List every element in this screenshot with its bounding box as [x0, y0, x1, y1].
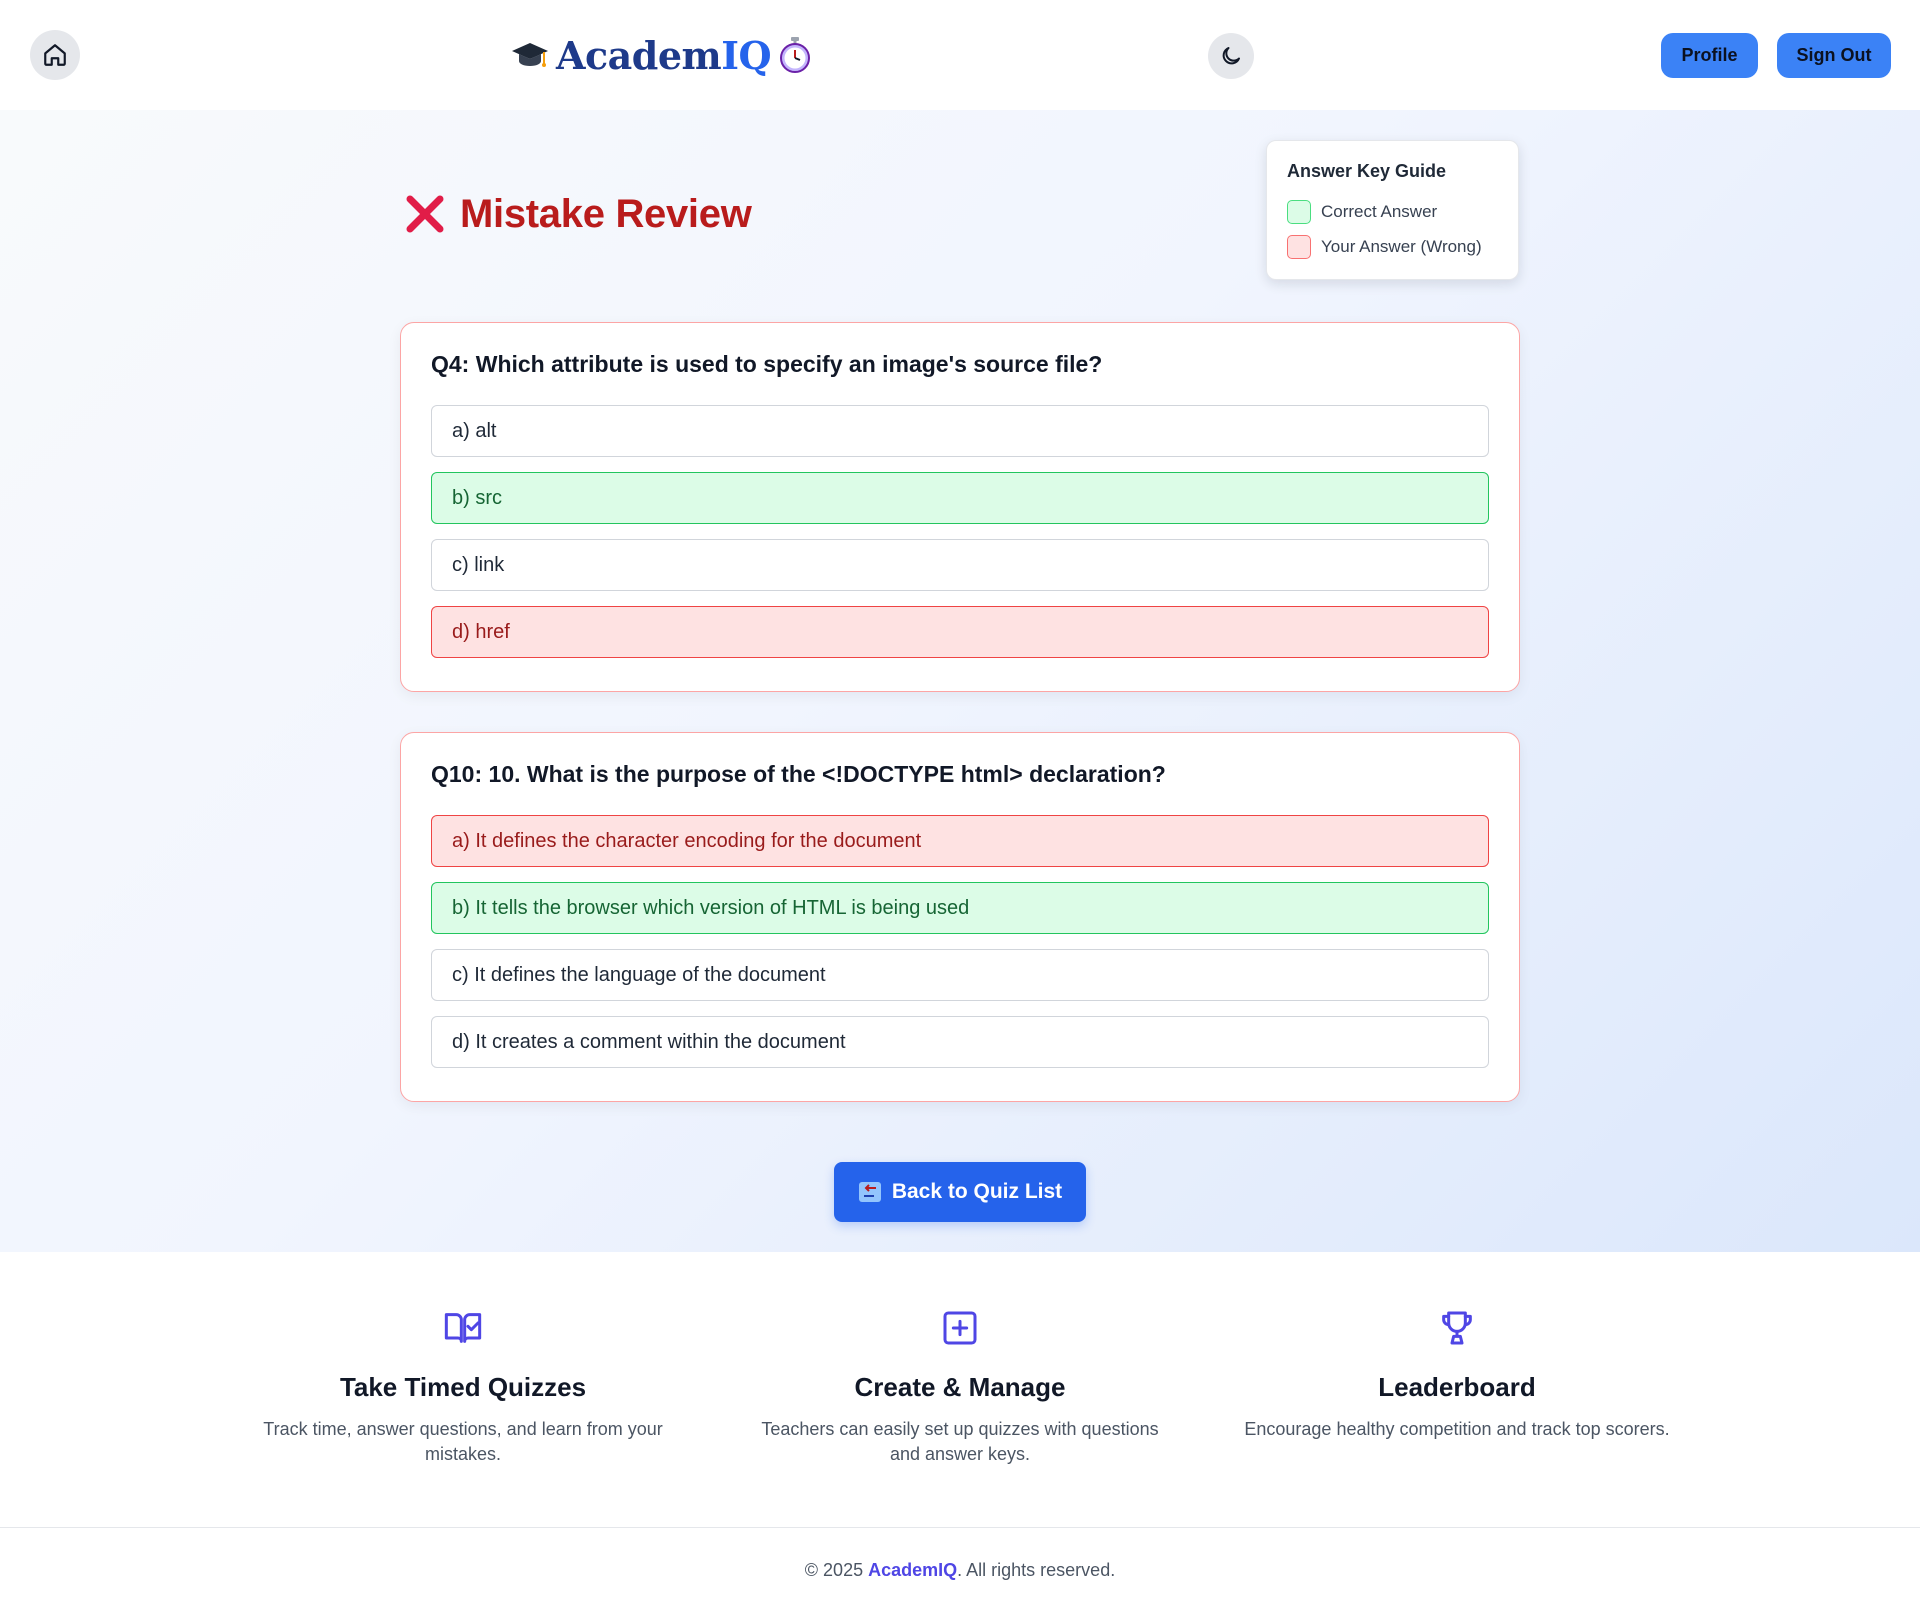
home-button[interactable]	[30, 30, 80, 80]
question-card: Q4: Which attribute is used to specify a…	[400, 322, 1520, 692]
question-text: Q10: 10. What is the purpose of the <!DO…	[431, 761, 1166, 787]
question-card: Q10: 10. What is the purpose of the <!DO…	[400, 732, 1520, 1102]
feature-card: Leaderboard Encourage healthy competitio…	[1242, 1308, 1672, 1442]
brand-logo[interactable]: AcademIQ	[510, 30, 813, 80]
answer-option: d) href	[431, 606, 1489, 658]
profile-button[interactable]: Profile	[1661, 33, 1758, 78]
legend-row-correct: Correct Answer	[1287, 194, 1498, 229]
back-arrow-icon	[858, 1182, 881, 1202]
graduation-cap-icon	[510, 37, 550, 73]
feature-description: Encourage healthy competition and track …	[1244, 1419, 1670, 1439]
trophy-icon	[1442, 1311, 1472, 1345]
correct-swatch	[1287, 199, 1311, 224]
feature-description: Teachers can easily set up quizzes with …	[761, 1419, 1159, 1464]
feature-card: Take Timed Quizzes Track time, answer qu…	[248, 1308, 678, 1467]
feature-title: Take Timed Quizzes	[339, 1372, 587, 1402]
main-content: Mistake Review Answer Key Guide Correct …	[0, 110, 1920, 1252]
sign-out-button[interactable]: Sign Out	[1777, 33, 1891, 78]
back-button-label: Back to Quiz List	[891, 1180, 1063, 1203]
back-to-quiz-list-button[interactable]: Back to Quiz List	[834, 1162, 1086, 1222]
brand-name-suffix: IQ	[721, 32, 772, 78]
footer-rights-text: . All rights reserved.	[957, 1559, 1116, 1580]
brand-name: AcademIQ	[556, 32, 772, 78]
feature-card: Create & Manage Teachers can easily set …	[745, 1308, 1175, 1467]
legend-wrong-label: Your Answer (Wrong)	[1321, 236, 1482, 256]
top-navbar: AcademIQ Profile Sign Out	[0, 0, 1920, 110]
page-title-text: Mistake Review	[460, 191, 752, 236]
footer-copyright-prefix: © 2025	[804, 1559, 869, 1580]
legend-correct-label: Correct Answer	[1321, 201, 1438, 221]
footer-brand-link[interactable]: AcademIQ	[868, 1560, 957, 1581]
book-check-icon	[444, 1313, 482, 1343]
answer-key-legend: Answer Key Guide Correct Answer Your Ans…	[1266, 140, 1519, 280]
feature-description: Track time, answer questions, and learn …	[263, 1419, 663, 1464]
cross-mark-icon	[406, 195, 444, 233]
answer-option: d) It creates a comment within the docum…	[431, 1016, 1489, 1068]
home-icon	[44, 44, 66, 66]
question-text: Q4: Which attribute is used to specify a…	[431, 351, 1103, 377]
legend-row-wrong: Your Answer (Wrong)	[1287, 229, 1498, 264]
legend-title: Answer Key Guide	[1287, 161, 1447, 181]
stopwatch-icon	[777, 36, 813, 74]
footer: © 2025 AcademIQ. All rights reserved.	[0, 1527, 1920, 1612]
feature-title: Create & Manage	[854, 1372, 1066, 1402]
theme-toggle-button[interactable]	[1208, 33, 1254, 79]
features-section: Take Timed Quizzes Track time, answer qu…	[0, 1252, 1920, 1527]
page-title: Mistake Review	[404, 186, 752, 242]
feature-title: Leaderboard	[1378, 1372, 1536, 1402]
answer-option: a) It defines the character encoding for…	[431, 815, 1489, 867]
answer-option: b) It tells the browser which version of…	[431, 882, 1489, 934]
answer-option: c) It defines the language of the docume…	[431, 949, 1489, 1001]
wrong-swatch	[1287, 234, 1311, 259]
answer-option: c) link	[431, 539, 1489, 591]
answer-option: b) src	[431, 472, 1489, 524]
square-plus-icon	[943, 1311, 977, 1345]
brand-name-prefix: Academ	[556, 32, 722, 78]
moon-icon	[1222, 47, 1240, 65]
answer-option: a) alt	[431, 405, 1489, 457]
